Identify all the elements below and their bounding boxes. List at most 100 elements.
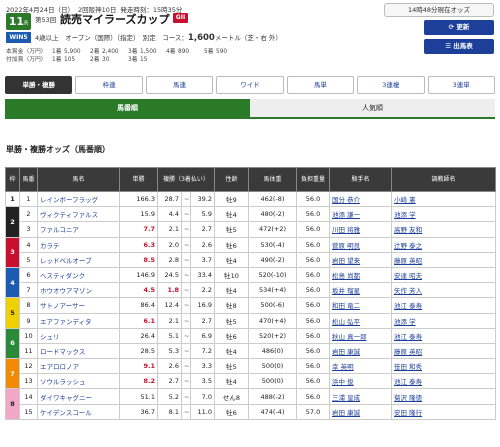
place-odds-min: 2.8 xyxy=(157,251,182,268)
odds-tab[interactable]: ワイド xyxy=(216,76,284,94)
horse-name-link[interactable]: ヴィクティファルス xyxy=(37,206,120,223)
place-odds-min: 5.3 xyxy=(157,342,182,360)
win-odds: 51.1 xyxy=(119,388,158,405)
tab-by-number[interactable]: 馬番順 xyxy=(5,99,250,117)
horse-name-link[interactable]: ダイワキャグニー xyxy=(37,388,120,405)
jockey-link[interactable]: 幸 英明 xyxy=(329,358,392,375)
body-weight: 488(-2) xyxy=(248,388,297,405)
horse-number: 7 xyxy=(19,282,38,299)
win-odds: 8.5 xyxy=(119,251,158,268)
place-odds-max: 11.0 xyxy=(190,403,215,420)
horse-name-link[interactable]: サトノアーサー xyxy=(37,297,120,314)
jockey-link[interactable]: 岩田 康誠 xyxy=(329,342,392,360)
trainer-link[interactable]: 池江 泰寿 xyxy=(391,327,496,344)
horse-name-link[interactable]: ソウルラッシュ xyxy=(37,373,120,390)
prize-cell: 15 xyxy=(140,57,148,63)
prize-row-main: 本賞金（万円） 1着 5,900 2着 2,400 3着 1,500 4着 890 5着 590 xyxy=(6,48,242,56)
jockey-link[interactable]: 浜中 俊 xyxy=(329,373,392,390)
trainer-link[interactable]: 安田 隆行 xyxy=(391,403,496,420)
sex-age: 牡5 xyxy=(214,221,249,238)
sex-age: 牡6 xyxy=(214,403,249,420)
horse-row: 4 6 ヘスティダンク 146.9 24.5 ~33.4 牡10 520(-10) 56.0 松島… xyxy=(5,266,496,299)
tab-by-popularity[interactable]: 人気順 xyxy=(250,99,495,117)
jockey-link[interactable]: 三浦 皇成 xyxy=(329,388,392,405)
place-odds-max: 7.0 xyxy=(190,388,215,405)
jockey-link[interactable]: 岩田 望来 xyxy=(329,251,392,268)
horse-name-link[interactable]: ロードマックス xyxy=(37,342,120,360)
odds-tab[interactable]: 馬連 xyxy=(145,76,214,94)
body-weight: 462(-8) xyxy=(248,190,297,208)
sort-tabs: 馬番順 人気順 xyxy=(5,99,495,119)
horse-number: 3 xyxy=(19,221,38,238)
horse-name-link[interactable]: レインボーフラッグ xyxy=(37,190,120,208)
trainer-link[interactable]: 藤原 英昭 xyxy=(391,251,496,268)
burden-weight: 56.0 xyxy=(296,312,330,329)
trainer-link[interactable]: 池江 泰寿 xyxy=(391,297,496,314)
horse-name-link[interactable]: カラテ xyxy=(37,236,120,253)
jockey-link[interactable]: 松島 尚都 xyxy=(329,266,392,284)
trainer-link[interactable]: 池江 泰寿 xyxy=(391,373,496,390)
horse-row: 3 ファルコニア 7.7 2.1 ~2.7 牡5 472(+2) 56.0 川田 将雅 高野 友和 xyxy=(6,221,496,238)
place-odds-max: 2.6 xyxy=(190,236,215,253)
trainer-link[interactable]: 小崎 憲 xyxy=(391,190,496,208)
body-weight: 486(0) xyxy=(248,342,297,360)
jockey-link[interactable]: 川田 将雅 xyxy=(329,221,392,238)
odds-tab[interactable]: 馬単 xyxy=(286,76,355,94)
trainer-link[interactable]: 池添 学 xyxy=(391,312,496,329)
odds-tab[interactable]: 3連複 xyxy=(357,76,425,94)
prize-cell: 1着 xyxy=(52,49,62,55)
jockey-link[interactable]: 池添 謙一 xyxy=(329,206,392,223)
horse-name-link[interactable]: ファルコニア xyxy=(37,221,120,238)
starters-button[interactable]: ☰ 出馬表 xyxy=(424,39,494,54)
jockey-link[interactable]: 岩田 康誠 xyxy=(329,403,392,420)
trainer-link[interactable]: 池添 学 xyxy=(391,206,496,223)
jockey-link[interactable]: 菅原 明良 xyxy=(329,236,392,253)
prize-cell: 590 xyxy=(216,49,228,55)
horse-name-link[interactable]: エアファンディタ xyxy=(37,312,120,329)
trainer-link[interactable]: 藤原 英昭 xyxy=(391,342,496,360)
trainer-link[interactable]: 辻野 泰之 xyxy=(391,236,496,253)
odds-tab[interactable]: 枠連 xyxy=(75,76,143,94)
horse-name-link[interactable]: ホウオウアマゾン xyxy=(37,282,120,299)
jockey-link[interactable]: 坂井 瑠星 xyxy=(329,282,392,299)
trainer-link[interactable]: 菊沢 隆徳 xyxy=(391,388,496,405)
win-odds: 146.9 xyxy=(119,266,158,284)
col-waku: 枠 xyxy=(5,167,20,192)
prize-cell: 4着 xyxy=(166,49,176,55)
body-weight: 480(-2) xyxy=(248,206,297,223)
range-separator: ~ xyxy=(181,190,191,208)
place-odds-max: 16.9 xyxy=(190,297,215,314)
jockey-link[interactable]: 国分 恭介 xyxy=(329,190,392,208)
horse-name-link[interactable]: エアロロノア xyxy=(37,358,120,375)
odds-type-tabs: 単勝・複勝 枠連 馬連 ワイド 馬単 3連複 3連単 xyxy=(5,76,495,94)
sex-age: 牡4 xyxy=(214,282,249,299)
trainer-link[interactable]: 笹田 和秀 xyxy=(391,358,496,375)
place-odds-min: 4.4 xyxy=(157,206,182,223)
prize-row-extra: 付加賞（万円） 1着 105 2着 30 3着 15 xyxy=(6,56,242,64)
horse-number: 14 xyxy=(19,388,38,405)
trainer-link[interactable]: 矢作 芳人 xyxy=(391,282,496,299)
burden-weight: 56.0 xyxy=(296,327,330,344)
trainer-link[interactable]: 高野 友和 xyxy=(391,221,496,238)
sex-age: 牡6 xyxy=(214,327,249,344)
jockey-link[interactable]: 松山 弘平 xyxy=(329,312,392,329)
sex-age: 牡10 xyxy=(214,266,249,284)
odds-tab[interactable]: 単勝・複勝 xyxy=(5,76,73,94)
refresh-button[interactable]: ⟳ 更新 xyxy=(424,20,494,35)
trainer-link[interactable]: 安達 昭夫 xyxy=(391,266,496,284)
body-weight: 520(+2) xyxy=(248,327,297,344)
odds-table-body: 1 1 レインボーフラッグ 166.3 28.7 ~39.2 牡9 462(-8) 56.0 国分… xyxy=(5,190,496,420)
odds-tab[interactable]: 3連単 xyxy=(427,76,495,94)
col-sex-age: 性齢 xyxy=(214,167,249,192)
place-odds-max: 2.2 xyxy=(190,282,215,299)
prize-cell: 2着 xyxy=(90,57,100,63)
jockey-link[interactable]: 秋山 真一郎 xyxy=(329,327,392,344)
horse-name-link[interactable]: シュリ xyxy=(37,327,120,344)
horse-name-link[interactable]: レッドベルオーブ xyxy=(37,251,120,268)
jockey-link[interactable]: 和田 竜二 xyxy=(329,297,392,314)
place-odds-max: 33.4 xyxy=(190,266,215,284)
horse-name-link[interactable]: ヘスティダンク xyxy=(37,266,120,284)
range-separator: ~ xyxy=(181,251,191,268)
horse-name-link[interactable]: ケイデンスコール xyxy=(37,403,120,420)
body-weight: 500(0) xyxy=(248,373,297,390)
